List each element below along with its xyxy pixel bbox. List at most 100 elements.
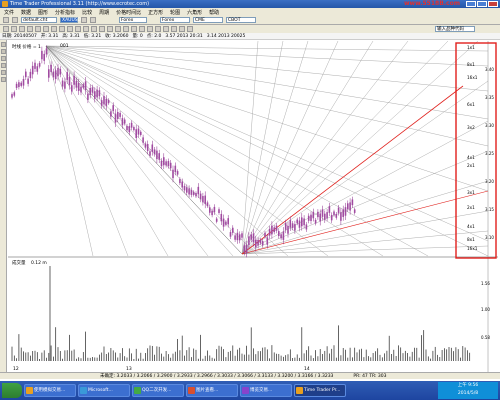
candle-body — [87, 93, 89, 100]
tool-button-icon[interactable] — [115, 26, 121, 32]
tool-button-icon[interactable] — [3, 26, 9, 32]
tool-button-icon[interactable] — [51, 26, 57, 32]
gann-ratio-label: 8x1 — [467, 237, 475, 242]
tool-button-icon[interactable] — [83, 26, 89, 32]
menu-item[interactable]: 帮助 — [209, 9, 219, 16]
tool-button-icon[interactable] — [75, 26, 81, 32]
menu-item[interactable]: 正方形 — [148, 9, 163, 16]
tool-button-icon[interactable] — [107, 26, 113, 32]
tool-button-icon[interactable] — [187, 26, 193, 32]
crosshair-icon[interactable] — [1, 49, 6, 54]
candle-body — [52, 71, 55, 78]
menu-item[interactable]: 周期 — [99, 9, 109, 16]
taskbar-item[interactable]: QQ二次开发... — [132, 384, 184, 397]
gann-fan-icon[interactable] — [1, 63, 6, 68]
chart-area[interactable]: 12 13 14 001 1x1 8x1 16x1 6x1 3x2 4x1 2x1 3x1 2x1 4x1… — [8, 40, 498, 372]
menu-item[interactable]: 图形 — [38, 9, 48, 16]
line-icon[interactable] — [1, 56, 6, 61]
tool-button-icon[interactable] — [131, 26, 137, 32]
tool-button-icon[interactable] — [123, 26, 129, 32]
text-icon[interactable] — [1, 77, 6, 82]
volume-max: 0.12 m — [30, 261, 47, 266]
candle-body — [27, 78, 29, 84]
refresh-icon[interactable] — [90, 17, 96, 23]
candle-body — [241, 233, 243, 238]
price-tick-label: 3.30 — [485, 123, 494, 128]
forex-select[interactable]: Forex — [160, 17, 190, 23]
candle-body — [225, 221, 227, 225]
menu-item[interactable]: 价格时间比 — [116, 9, 141, 16]
menu-item[interactable]: 数据 — [21, 9, 31, 16]
chart-select[interactable]: default.cht — [21, 17, 57, 23]
candle-body — [135, 129, 137, 138]
gann-ratio-label: 3x1 — [467, 190, 475, 195]
gann-fan-line — [45, 45, 169, 257]
candle-body — [188, 188, 190, 195]
tool-button-icon[interactable] — [35, 26, 41, 32]
tool-button-icon[interactable] — [171, 26, 177, 32]
close-button[interactable] — [488, 1, 498, 7]
tool-button-icon[interactable] — [19, 26, 25, 32]
tool-button-icon[interactable] — [43, 26, 49, 32]
tool-button-icon[interactable] — [67, 26, 73, 32]
maximize-button[interactable] — [477, 1, 487, 7]
cursor-icon[interactable] — [1, 42, 6, 47]
volume-tick-label: 1.56 — [481, 281, 490, 286]
volume-header: 成交量 0.12 m — [12, 260, 47, 266]
tool-button-icon[interactable] — [99, 26, 105, 32]
candle-body — [268, 229, 271, 236]
menu-item[interactable]: 六角形 — [187, 9, 202, 16]
candle-body — [261, 241, 264, 246]
data-select[interactable]: Forex — [119, 17, 147, 23]
candle-body — [351, 199, 354, 206]
zoom-icon[interactable] — [1, 70, 6, 75]
system-clock[interactable]: 上午 9:56 2014/5/8 — [438, 382, 498, 399]
candle-body — [255, 239, 257, 248]
search-icon[interactable] — [81, 17, 87, 23]
candle-body — [80, 86, 82, 93]
candle-body — [333, 211, 335, 215]
taskbar-item[interactable]: 博览交易... — [240, 384, 292, 397]
candle-body — [169, 162, 172, 169]
taskbar-item[interactable]: Microsoft... — [78, 384, 130, 397]
minimize-button[interactable] — [466, 1, 476, 7]
clock-time: 上午 9:56 — [457, 383, 479, 388]
candle-body — [36, 66, 39, 72]
tool-button-icon[interactable] — [155, 26, 161, 32]
tool-button-icon[interactable] — [163, 26, 169, 32]
menu-item[interactable]: 比较 — [82, 9, 92, 16]
menu-item[interactable]: 分析指标 — [55, 9, 75, 16]
symbol-code-input[interactable]: 输入品种代码 — [435, 26, 475, 32]
app-icon — [296, 387, 303, 394]
tool-button-icon[interactable] — [139, 26, 145, 32]
tool-button-icon[interactable] — [11, 26, 17, 32]
exchange-select[interactable]: CME — [193, 17, 223, 23]
candle-body — [344, 207, 347, 216]
tool-button-icon[interactable] — [27, 26, 33, 32]
open-icon[interactable] — [12, 17, 18, 23]
tool-button-icon[interactable] — [147, 26, 153, 32]
tool-button-icon[interactable] — [91, 26, 97, 32]
candle-body — [204, 195, 206, 204]
taskbar-item[interactable]: 图片查看... — [186, 384, 238, 397]
menu-item[interactable]: 轮图 — [170, 9, 180, 16]
menu-item[interactable]: 文件 — [4, 9, 14, 16]
taskbar-item[interactable]: Time Trader Pr... — [294, 384, 346, 397]
candle-body — [126, 126, 128, 131]
candle-body — [11, 94, 13, 98]
candle-body — [342, 209, 344, 217]
tool-button-icon[interactable] — [179, 26, 185, 32]
start-button[interactable] — [2, 383, 22, 398]
price-chart[interactable]: 12 13 14001 1x18x116x16x13x24x12x13x12x14x1… — [8, 40, 498, 372]
candle-body — [89, 87, 91, 95]
symbol-select[interactable]: XAUUSD — [60, 17, 81, 23]
taskbar-item[interactable]: 使用模拟交易... — [24, 384, 76, 397]
price-tick-label: 3.25 — [485, 151, 494, 156]
tool-button-icon[interactable] — [59, 26, 65, 32]
candle-body — [140, 131, 142, 135]
price-tick-label: 3.35 — [485, 95, 494, 100]
contract-select[interactable]: CBOT — [226, 17, 256, 23]
candle-body — [330, 215, 333, 221]
new-icon[interactable] — [3, 17, 9, 23]
candle-body — [91, 87, 94, 93]
